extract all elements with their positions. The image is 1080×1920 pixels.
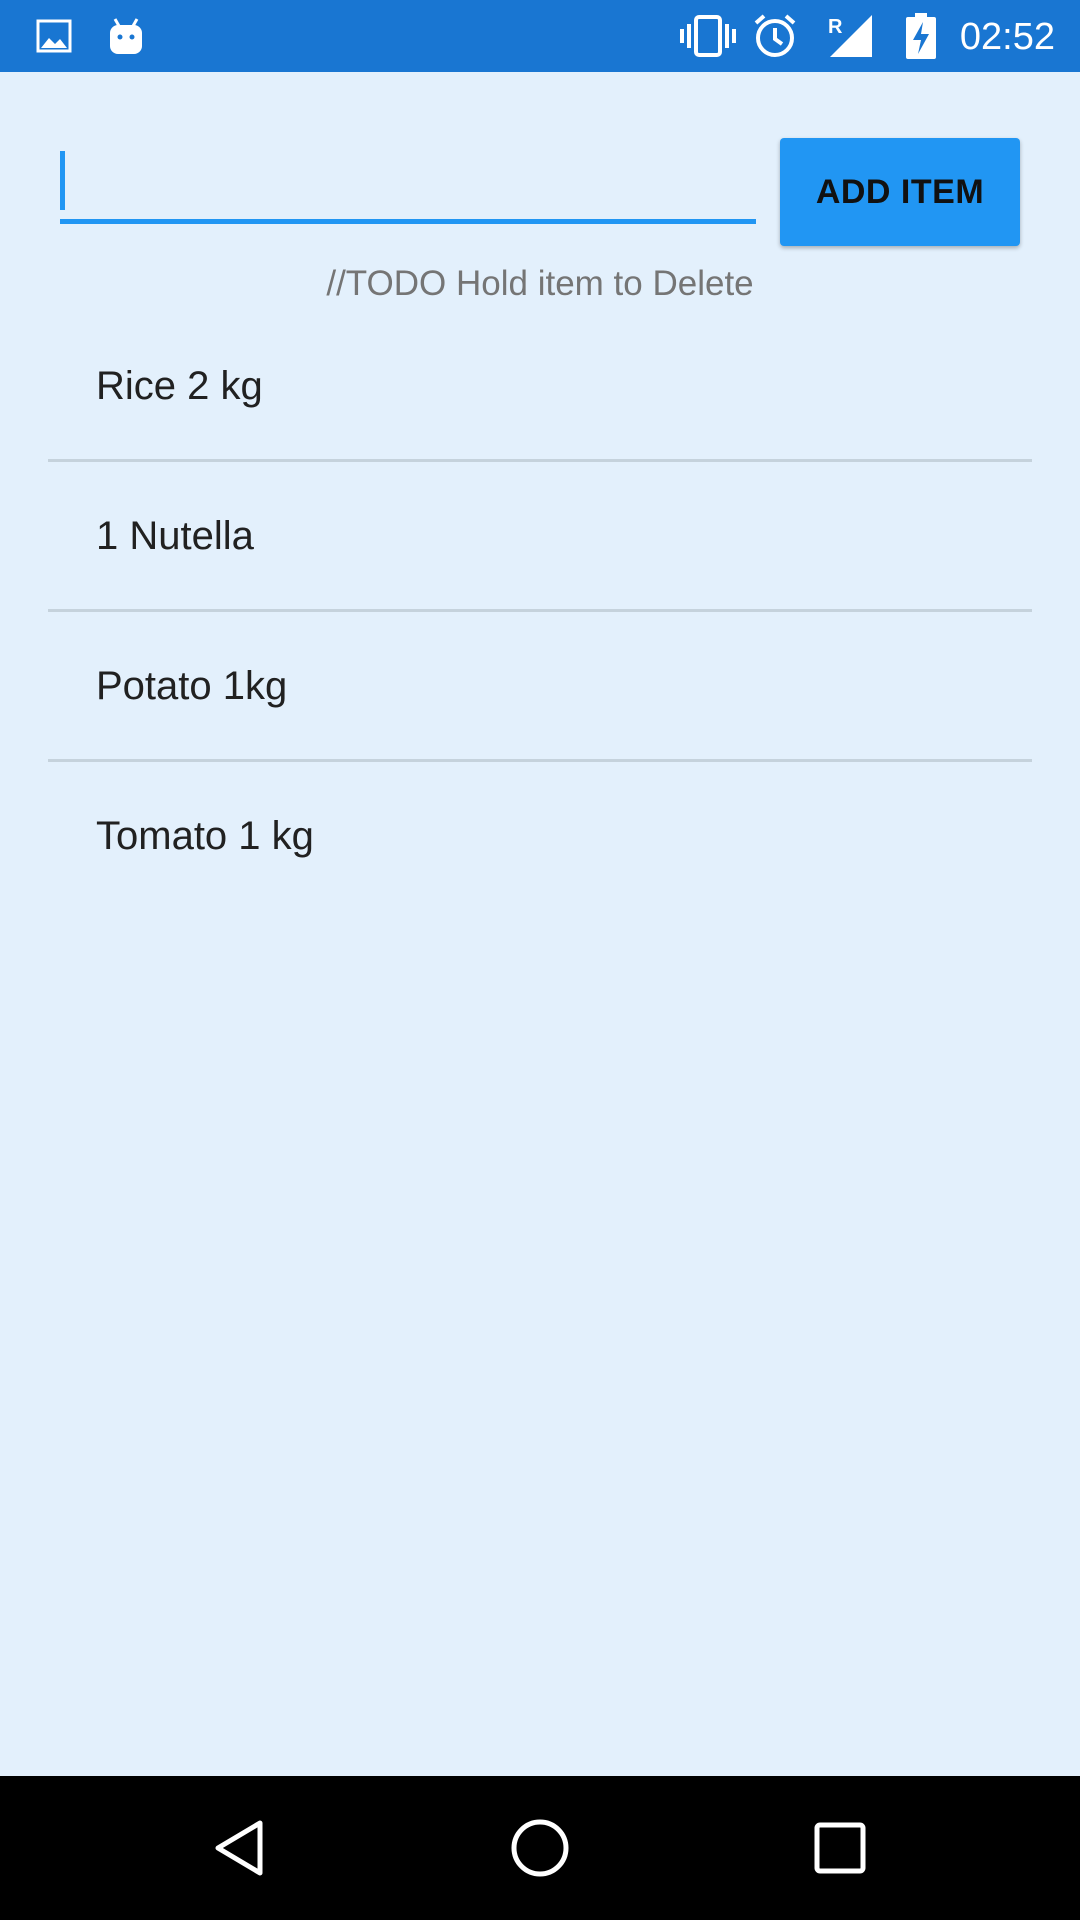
list-item[interactable]: 1 Nutella bbox=[48, 462, 1032, 609]
android-icon bbox=[107, 0, 145, 72]
list-item-label: Tomato 1 kg bbox=[96, 814, 314, 858]
input-underline bbox=[60, 219, 756, 224]
add-item-button[interactable]: ADD ITEM bbox=[780, 138, 1020, 246]
hint-text: //TODO Hold item to Delete bbox=[326, 264, 754, 303]
alarm-icon bbox=[752, 0, 798, 72]
vibrate-icon bbox=[680, 0, 736, 72]
list-item-label: 1 Nutella bbox=[96, 514, 254, 558]
home-icon[interactable] bbox=[480, 1776, 600, 1920]
back-icon[interactable] bbox=[180, 1776, 300, 1920]
image-icon bbox=[36, 0, 72, 72]
list-item-label: Potato 1kg bbox=[96, 664, 288, 708]
list-item[interactable]: Rice 2 kg bbox=[48, 312, 1032, 459]
navigation-bar bbox=[0, 1776, 1080, 1920]
item-input-wrapper bbox=[60, 140, 756, 224]
list-item[interactable]: Potato 1kg bbox=[48, 612, 1032, 759]
recents-icon[interactable] bbox=[780, 1776, 900, 1920]
item-input[interactable] bbox=[60, 140, 756, 220]
battery-charging-icon bbox=[904, 0, 938, 72]
signal-roaming-icon: R bbox=[826, 0, 874, 72]
items-list: Rice 2 kg 1 Nutella Potato 1kg Tomato 1 … bbox=[48, 312, 1032, 909]
list-item[interactable]: Tomato 1 kg bbox=[48, 762, 1032, 909]
status-bar: R 02:52 bbox=[0, 0, 1080, 72]
status-time: 02:52 bbox=[959, 16, 1055, 58]
svg-text:R: R bbox=[828, 16, 843, 38]
list-item-label: Rice 2 kg bbox=[96, 364, 263, 408]
text-cursor bbox=[60, 151, 65, 210]
